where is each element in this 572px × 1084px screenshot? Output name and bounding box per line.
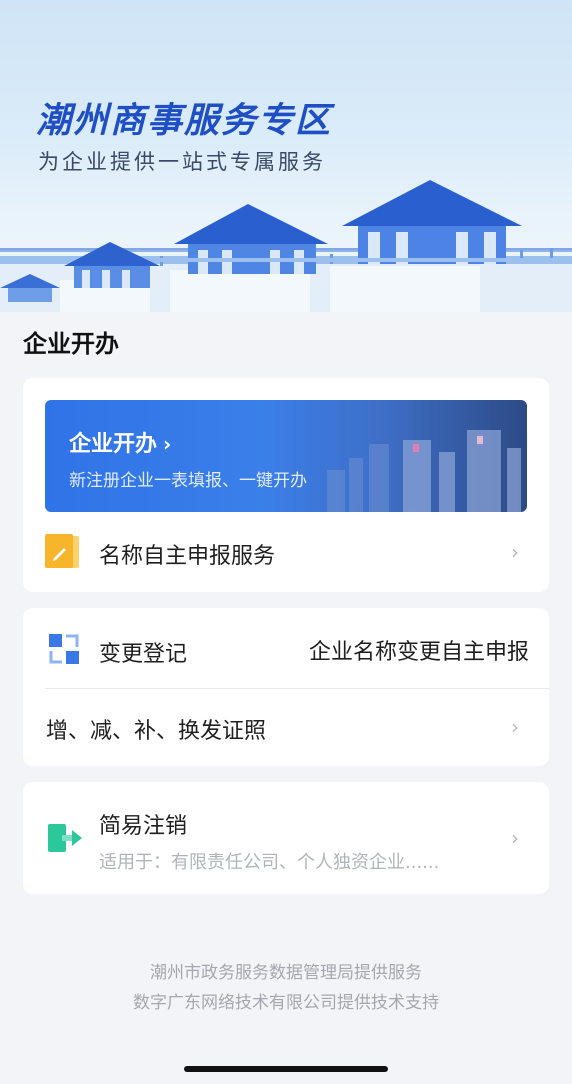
promo-title: 企业开办 › bbox=[69, 426, 171, 458]
promo-title-text: 企业开办 bbox=[69, 432, 158, 457]
business-opening-card: 企业开办 › 新注册企业一表填报、一键开办 名称自主申报服务 › bbox=[23, 378, 549, 592]
change-register-row[interactable]: 变更登记 企业名称变更自主申报 bbox=[23, 608, 549, 688]
chevron-right-icon: › bbox=[511, 540, 519, 564]
license-reissue-row[interactable]: 增、减、补、换发证照 › bbox=[23, 689, 549, 766]
footer-tech-support: 数字广东网络技术有限公司提供技术支持 bbox=[133, 993, 439, 1013]
change-register-icon bbox=[49, 634, 79, 664]
name-change-label[interactable]: 企业名称变更自主申报 bbox=[309, 634, 529, 666]
home-indicator[interactable] bbox=[184, 1066, 388, 1072]
section-title: 企业开办 bbox=[23, 330, 119, 358]
pencil-note-icon bbox=[45, 534, 79, 568]
chevron-right-icon: › bbox=[511, 826, 519, 850]
banner: 潮州商事服务专区 为企业提供一站式专属服务 bbox=[0, 0, 572, 312]
name-service-label: 名称自主申报服务 bbox=[99, 544, 276, 569]
city-skyline-illustration bbox=[327, 430, 521, 512]
name-service-row[interactable]: 名称自主申报服务 › bbox=[23, 526, 549, 582]
footer-provider: 潮州市政务服务数据管理局提供服务 bbox=[150, 963, 422, 983]
pavilion-illustration bbox=[0, 180, 572, 312]
simple-cancellation-label: 简易注销 bbox=[99, 814, 188, 839]
license-reissue-label: 增、减、补、换发证照 bbox=[46, 719, 267, 744]
banner-title: 潮州商事服务专区 bbox=[36, 101, 333, 141]
chevron-right-icon: › bbox=[511, 715, 519, 739]
exit-icon bbox=[48, 824, 82, 852]
business-opening-banner[interactable]: 企业开办 › 新注册企业一表填报、一键开办 bbox=[45, 400, 527, 512]
promo-subtitle: 新注册企业一表填报、一键开办 bbox=[69, 471, 307, 491]
change-register-card: 变更登记 企业名称变更自主申报 增、减、补、换发证照 › bbox=[23, 608, 549, 766]
simple-cancellation-desc: 适用于：有限责任公司、个人独资企业...... bbox=[99, 852, 440, 873]
chevron-right-icon: › bbox=[163, 432, 172, 456]
change-register-label: 变更登记 bbox=[99, 642, 188, 667]
simple-cancellation-card[interactable]: 简易注销 适用于：有限责任公司、个人独资企业...... › bbox=[23, 782, 549, 894]
